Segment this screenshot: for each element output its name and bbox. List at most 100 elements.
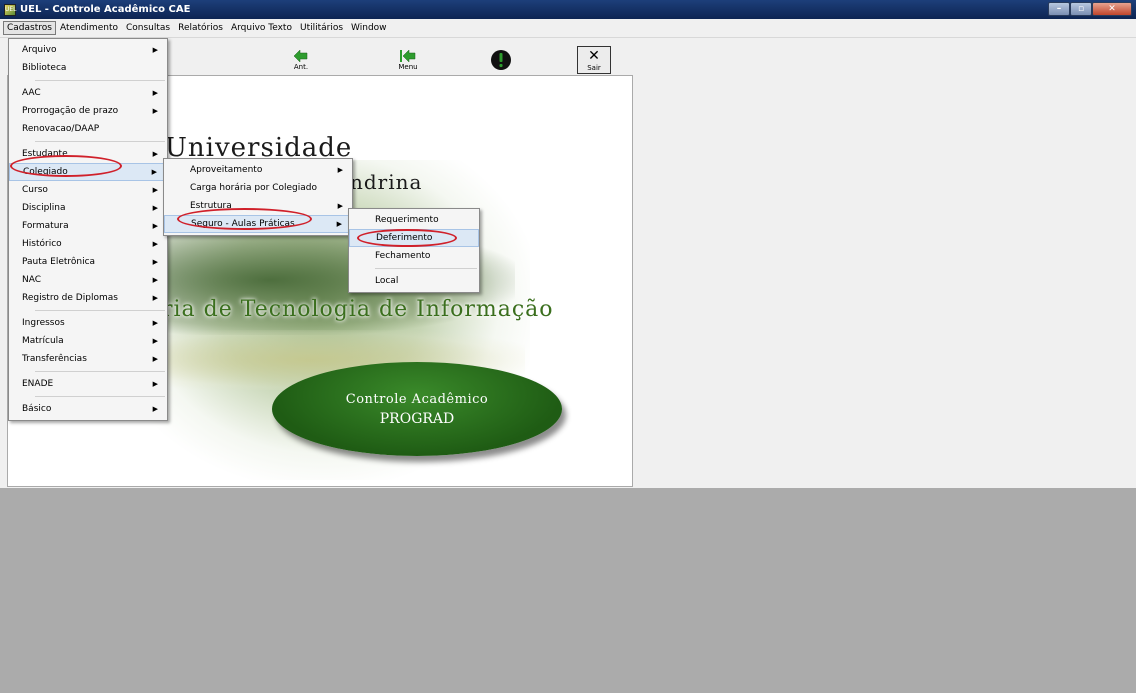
menu-consultas[interactable]: Consultas [122, 21, 174, 35]
submenu-arrow-icon: ▶ [152, 222, 158, 230]
submenu-arrow-icon: ▶ [152, 319, 158, 327]
splash-title-city: ndrina [350, 170, 423, 194]
menu-item-label: Local [375, 276, 399, 286]
menu-item-renovacao[interactable]: Renovacao/DAAP [9, 120, 167, 138]
mdi-background [0, 488, 1136, 693]
highlight-deferimento [357, 229, 457, 247]
submenu-arrow-icon: ▶ [152, 186, 158, 194]
menu-item-aproveitamento[interactable]: Aproveitamento ▶ [164, 161, 352, 179]
menu-item-label: Renovacao/DAAP [22, 124, 100, 134]
menu-item-prorrogacao[interactable]: Prorrogação de prazo ▶ [9, 102, 167, 120]
menu-item-curso[interactable]: Curso ▶ [9, 181, 167, 199]
menu-label: Menu [398, 62, 418, 71]
submenu-arrow-icon: ▶ [152, 258, 158, 266]
sair-label: Sair [587, 63, 601, 72]
menu-cadastros[interactable]: Cadastros [3, 21, 56, 35]
menu-item-label: Básico [22, 404, 52, 414]
submenu-arrow-icon: ▶ [152, 355, 158, 363]
menu-item-label: Arquivo [22, 45, 57, 55]
submenu-arrow-icon: ▶ [152, 204, 158, 212]
menu-item-label: Aproveitamento [190, 165, 263, 175]
menu-separator [35, 371, 165, 372]
submenu-arrow-icon: ▶ [152, 150, 158, 158]
menu-item-enade[interactable]: ENADE ▶ [9, 375, 167, 393]
seguro-submenu: Requerimento Deferimento Fechamento Loca… [348, 208, 480, 293]
submenu-arrow-icon: ▶ [152, 380, 158, 388]
badge-line-2: PROGRAD [379, 410, 455, 427]
splash-title-pti: ria de Tecnologia de Informação [162, 297, 554, 322]
menu-window[interactable]: Window [347, 21, 391, 35]
close-button[interactable]: ✕ [1092, 2, 1132, 16]
menu-item-transferencias[interactable]: Transferências ▶ [9, 350, 167, 368]
ant-button[interactable]: Ant. [286, 45, 316, 75]
submenu-arrow-icon: ▶ [151, 168, 157, 176]
menu-item-arquivo[interactable]: Arquivo ▶ [9, 41, 167, 59]
submenu-arrow-icon: ▶ [152, 294, 158, 302]
submenu-arrow-icon: ▶ [152, 405, 158, 413]
menu-relatorios[interactable]: Relatórios [174, 21, 227, 35]
menu-item-label: ENADE [22, 379, 54, 389]
menu-button[interactable]: Menu [393, 45, 423, 75]
back-arrow-icon [294, 49, 308, 62]
menu-item-carga-horaria[interactable]: Carga horária por Colegiado [164, 179, 352, 197]
menu-item-label: Histórico [22, 239, 62, 249]
menu-item-label: Disciplina [22, 203, 66, 213]
menu-utilitarios[interactable]: Utilitários [296, 21, 347, 35]
menu-item-formatura[interactable]: Formatura ▶ [9, 217, 167, 235]
submenu-arrow-icon: ▶ [337, 166, 343, 174]
maximize-button[interactable]: ▫ [1070, 2, 1092, 16]
menu-item-label: Pauta Eletrônica [22, 257, 96, 267]
menu-separator [375, 268, 477, 269]
menu-item-pauta-eletronica[interactable]: Pauta Eletrônica ▶ [9, 253, 167, 271]
window-title: UEL - Controle Acadêmico CAE [20, 4, 191, 15]
ant-label: Ant. [293, 62, 309, 71]
menu-separator [35, 141, 165, 142]
menu-item-registro-diplomas[interactable]: Registro de Diplomas ▶ [9, 289, 167, 307]
submenu-arrow-icon: ▶ [152, 46, 158, 54]
submenu-arrow-icon: ▶ [152, 337, 158, 345]
menu-arquivo-texto[interactable]: Arquivo Texto [227, 21, 296, 35]
submenu-arrow-icon: ▶ [152, 240, 158, 248]
menu-item-label: Fechamento [375, 251, 431, 261]
menu-item-label: Matrícula [22, 336, 64, 346]
cadastros-menu: Arquivo ▶ Biblioteca AAC ▶ Prorrogação de … [8, 38, 168, 421]
window-controls: – ▫ ✕ [1048, 2, 1132, 16]
menu-item-matricula[interactable]: Matrícula ▶ [9, 332, 167, 350]
menu-item-label: Biblioteca [22, 63, 67, 73]
menu-item-label: Ingressos [22, 318, 65, 328]
close-x-icon: ✕ [588, 47, 600, 64]
menu-atendimento[interactable]: Atendimento [56, 21, 122, 35]
menu-separator [35, 310, 165, 311]
app-icon: UEL [4, 3, 17, 16]
exclamation-icon [491, 50, 511, 70]
menu-item-nac[interactable]: NAC ▶ [9, 271, 167, 289]
menu-item-label: Curso [22, 185, 48, 195]
minimize-button[interactable]: – [1048, 2, 1070, 16]
menu-item-local[interactable]: Local [349, 272, 479, 290]
submenu-arrow-icon: ▶ [336, 220, 342, 228]
menu-item-biblioteca[interactable]: Biblioteca [9, 59, 167, 77]
submenu-arrow-icon: ▶ [152, 276, 158, 284]
menu-item-ingressos[interactable]: Ingressos ▶ [9, 314, 167, 332]
menu-item-requerimento[interactable]: Requerimento [349, 211, 479, 229]
menu-bar: Cadastros Atendimento Consultas Relatóri… [0, 19, 1136, 38]
controle-academico-badge: Controle Acadêmico PROGRAD [272, 362, 562, 456]
highlight-seguro [177, 208, 312, 230]
menu-item-label: NAC [22, 275, 42, 285]
menu-item-fechamento[interactable]: Fechamento [349, 247, 479, 265]
menu-item-historico[interactable]: Histórico ▶ [9, 235, 167, 253]
menu-separator [35, 396, 165, 397]
sair-button[interactable]: ✕ Sair [577, 46, 611, 74]
menu-item-basico[interactable]: Básico ▶ [9, 400, 167, 418]
submenu-arrow-icon: ▶ [152, 89, 158, 97]
menu-home-icon [400, 49, 416, 62]
menu-item-label: Carga horária por Colegiado [190, 183, 317, 193]
menu-item-disciplina[interactable]: Disciplina ▶ [9, 199, 167, 217]
title-bar: UEL UEL - Controle Acadêmico CAE – ▫ ✕ [0, 0, 1136, 19]
menu-item-label: Registro de Diplomas [22, 293, 118, 303]
badge-line-1: Controle Acadêmico [345, 391, 489, 407]
info-button[interactable] [486, 45, 516, 75]
submenu-arrow-icon: ▶ [152, 107, 158, 115]
menu-item-aac[interactable]: AAC ▶ [9, 84, 167, 102]
menu-item-label: Transferências [22, 354, 87, 364]
